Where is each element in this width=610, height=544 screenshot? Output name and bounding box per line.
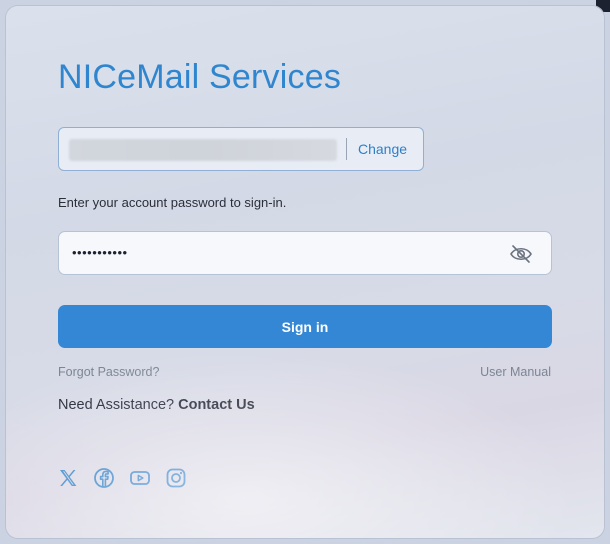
user-manual-link[interactable]: User Manual <box>480 365 551 379</box>
sign-in-button[interactable]: Sign in <box>58 305 552 348</box>
page-background: NICeMail Services Change Enter your acco… <box>0 0 610 544</box>
password-field[interactable]: ••••••••••• <box>58 231 552 275</box>
account-field: Change <box>58 127 424 171</box>
login-card: NICeMail Services Change Enter your acco… <box>6 6 604 538</box>
password-value[interactable]: ••••••••••• <box>72 245 128 260</box>
social-links <box>56 466 188 490</box>
forgot-password-link[interactable]: Forgot Password? <box>58 365 159 379</box>
eye-slash-icon[interactable] <box>509 244 533 264</box>
instagram-icon[interactable] <box>164 466 188 490</box>
redacted-username <box>69 139 337 161</box>
field-divider <box>346 138 347 160</box>
contact-us-link[interactable]: Contact Us <box>178 397 255 413</box>
facebook-icon[interactable] <box>92 466 116 490</box>
page-title: NICeMail Services <box>58 58 342 96</box>
password-prompt: Enter your account password to sign-in. <box>58 195 287 210</box>
assistance-text: Need Assistance? Contact Us <box>58 397 255 413</box>
youtube-icon[interactable] <box>128 466 152 490</box>
assistance-prefix: Need Assistance? <box>58 397 175 413</box>
change-account-link[interactable]: Change <box>358 141 407 157</box>
x-icon[interactable] <box>56 466 80 490</box>
